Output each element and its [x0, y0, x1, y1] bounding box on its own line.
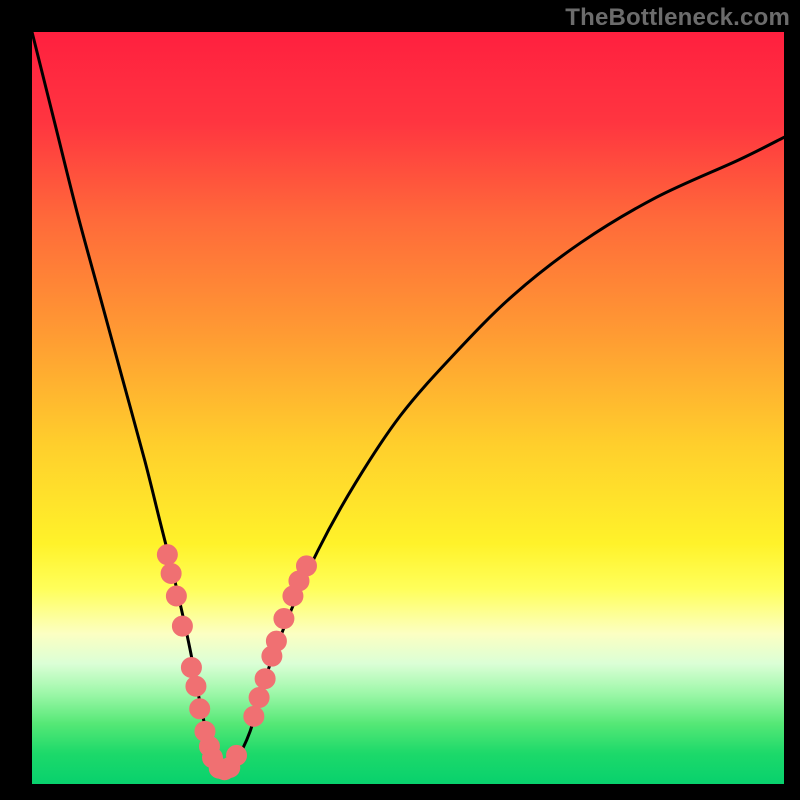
data-marker	[166, 586, 186, 606]
bottleneck-curve	[32, 32, 784, 769]
plot-area	[32, 32, 784, 784]
data-marker	[227, 745, 247, 765]
data-marker	[266, 631, 286, 651]
data-marker	[161, 563, 181, 583]
data-marker	[181, 657, 201, 677]
chart-frame: TheBottleneck.com	[0, 0, 800, 800]
watermark-text: TheBottleneck.com	[565, 4, 790, 32]
data-marker	[172, 616, 192, 636]
data-marker	[274, 609, 294, 629]
data-marker	[249, 688, 269, 708]
data-marker	[296, 556, 316, 576]
data-marker	[190, 699, 210, 719]
data-marker	[186, 676, 206, 696]
data-marker	[255, 669, 275, 689]
curve-layer	[32, 32, 784, 784]
data-marker	[244, 706, 264, 726]
data-marker	[157, 545, 177, 565]
